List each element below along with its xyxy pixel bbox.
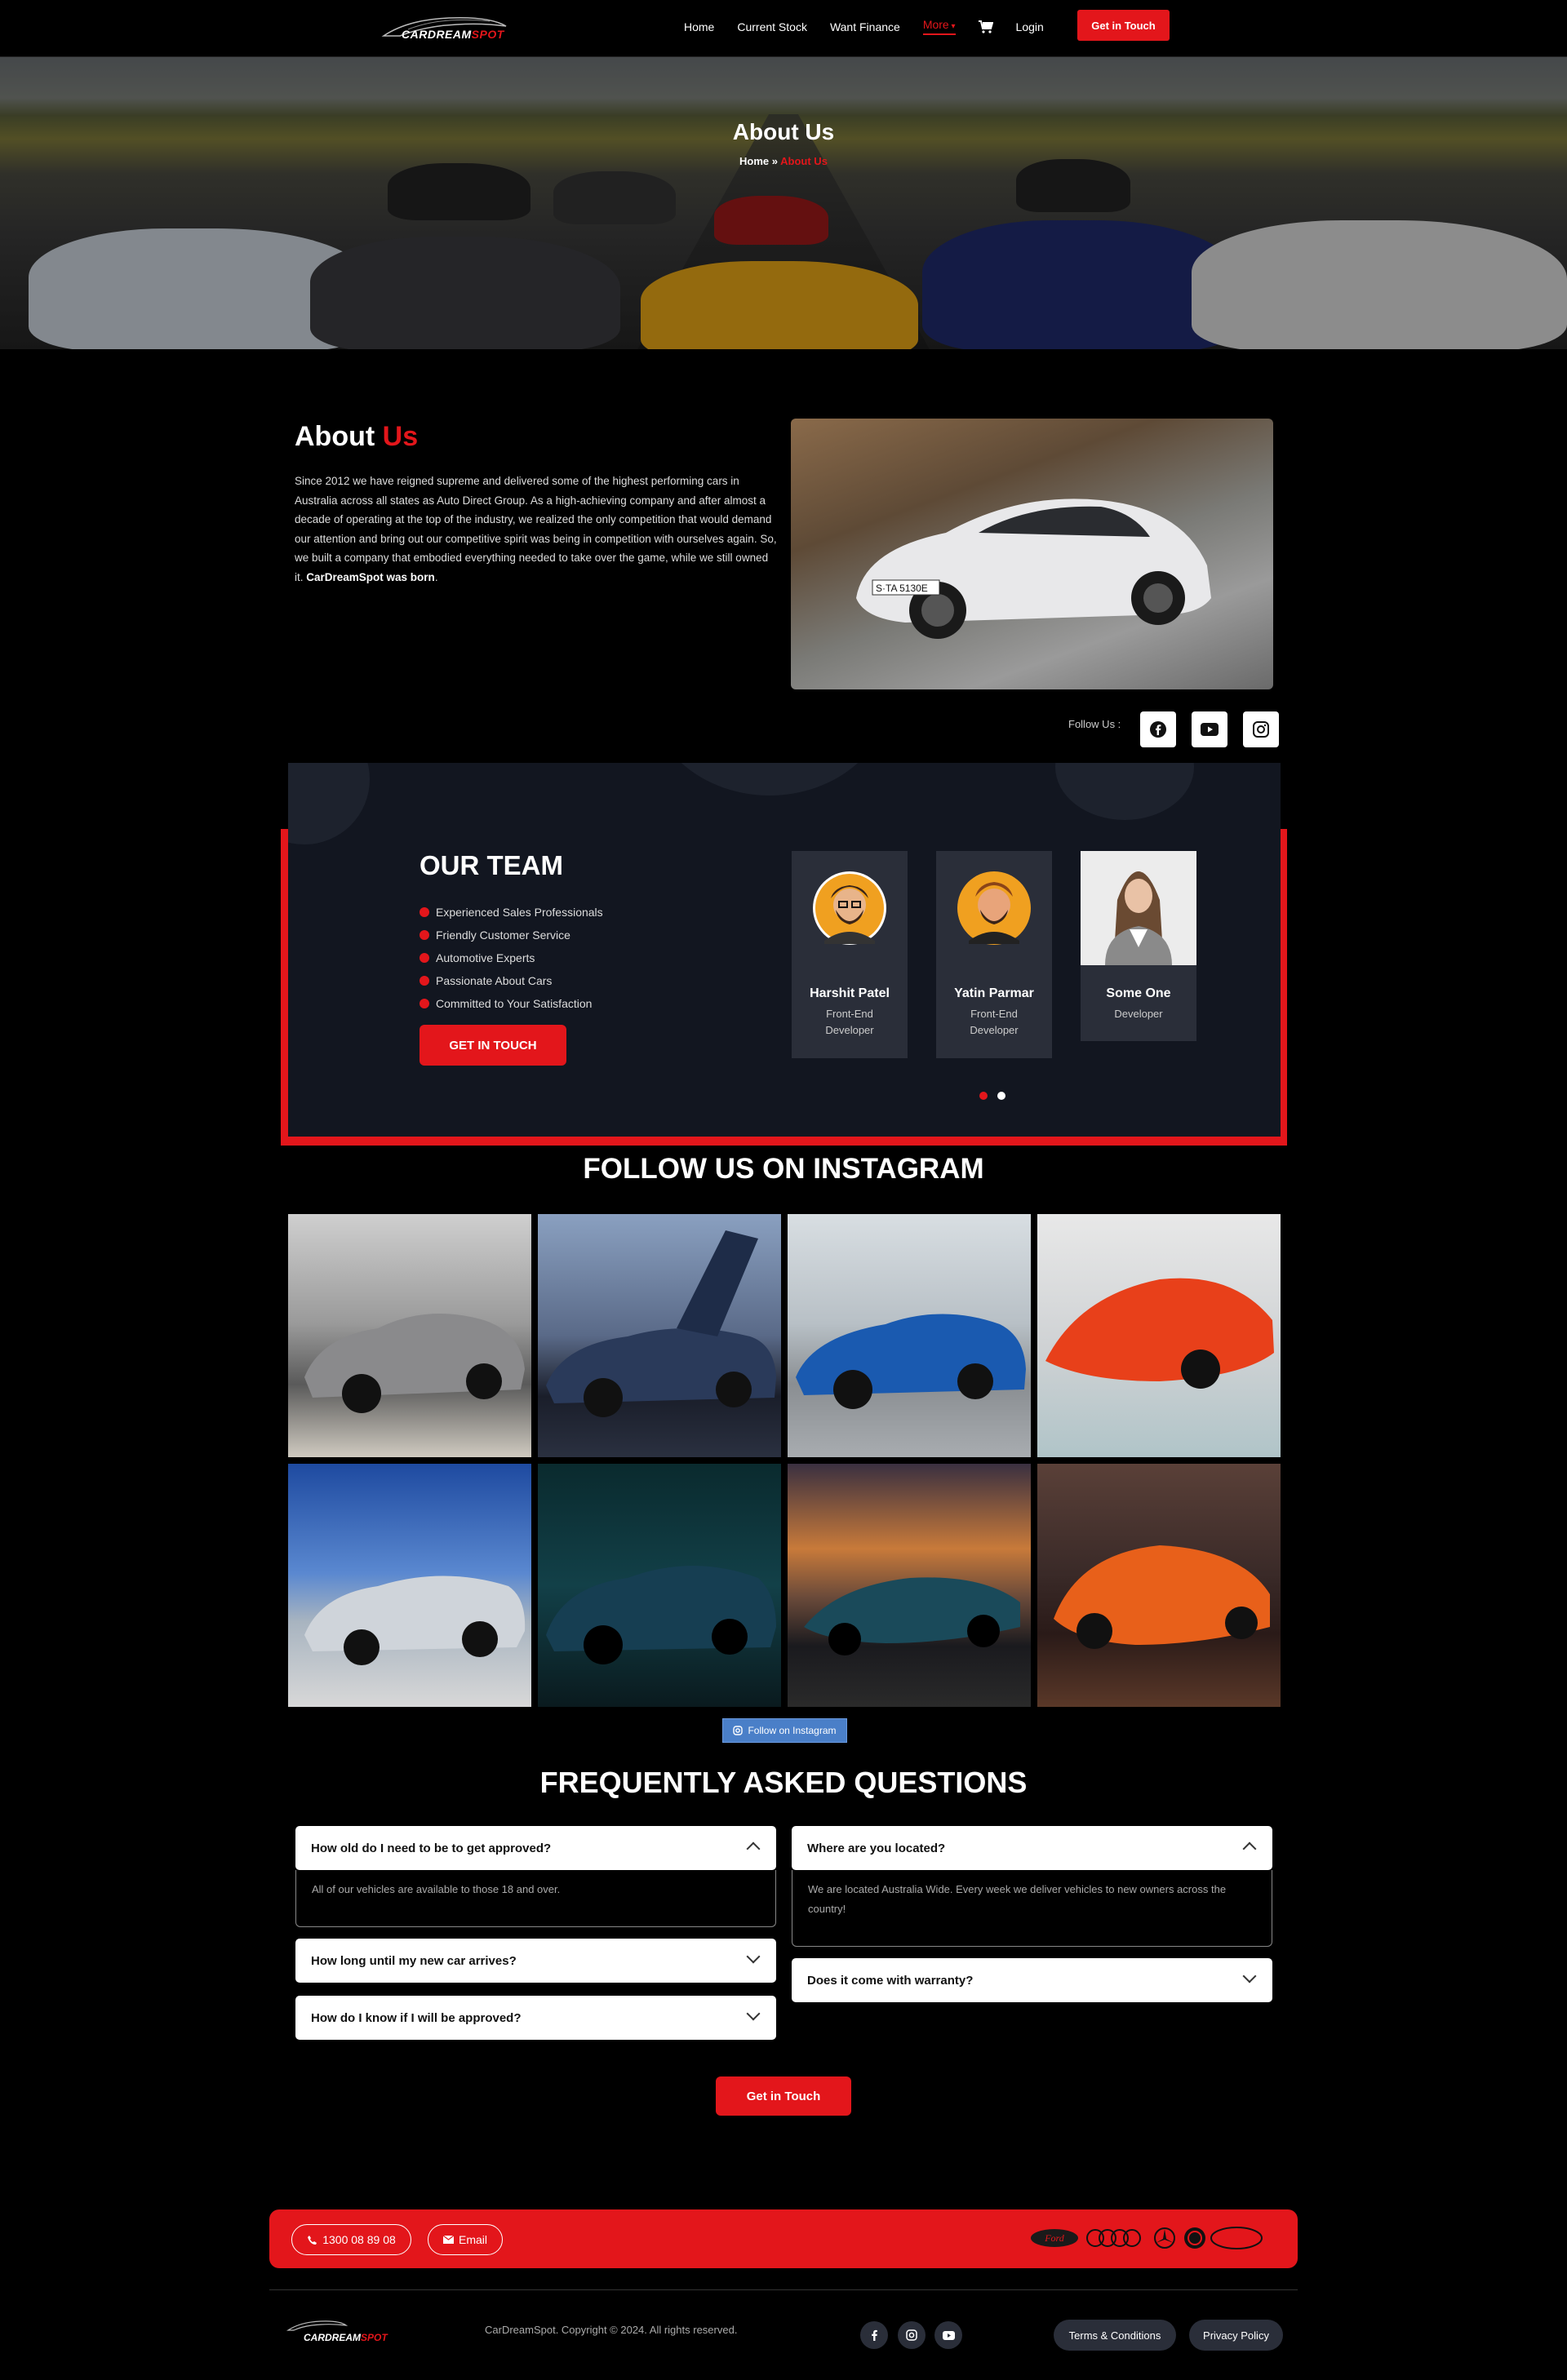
svg-text:Ford: Ford — [1044, 2232, 1065, 2244]
privacy-policy-button[interactable]: Privacy Policy — [1189, 2320, 1283, 2351]
footer-logo-car-icon[interactable] — [284, 2317, 349, 2333]
follow-on-instagram-button[interactable]: Follow on Instagram — [722, 1718, 847, 1743]
instagram-post-lamborghini-sunset[interactable] — [788, 1464, 1031, 1707]
cart-icon[interactable] — [978, 20, 993, 33]
instagram-post-mclaren-p1[interactable] — [1037, 1214, 1281, 1457]
avatar — [936, 851, 1052, 965]
phone-button[interactable]: 1300 08 89 08 — [291, 2224, 411, 2255]
team-member-role: Front-End Developer — [825, 1008, 874, 1036]
list-item: Passionate About Cars — [419, 969, 603, 992]
instagram-post-rimac-teal[interactable] — [538, 1464, 781, 1707]
nav-want-finance[interactable]: Want Finance — [830, 20, 900, 33]
youtube-icon — [1201, 723, 1219, 736]
faq-question-approval[interactable]: How do I know if I will be approved? — [295, 1996, 776, 2040]
chevron-down-icon — [1242, 1969, 1257, 1983]
youtube-icon — [942, 2330, 955, 2340]
car-brand-logos: Ford — [1031, 2227, 1263, 2249]
about-heading: About Us — [295, 421, 419, 452]
breadcrumb-current: About Us — [780, 155, 828, 167]
brand-logo-text[interactable]: CARDREAMSPOT — [402, 28, 504, 41]
about-car-image: S·TA 5130E — [791, 419, 1273, 689]
nav-home[interactable]: Home — [684, 20, 714, 33]
skoda-logo-icon — [1184, 2227, 1205, 2249]
avatar — [1081, 851, 1196, 965]
list-item: Experienced Sales Professionals — [419, 901, 603, 924]
copyright-text: CarDreamSpot. Copyright © 2024. All righ… — [485, 2324, 738, 2336]
nav-current-stock[interactable]: Current Stock — [737, 20, 807, 33]
faq-get-in-touch-button[interactable]: Get in Touch — [716, 2076, 851, 2116]
team-heading: OUR TEAM — [419, 850, 563, 880]
team-features-list: Experienced Sales Professionals Friendly… — [419, 901, 603, 1015]
mercedes-logo-icon — [1154, 2227, 1175, 2249]
faq-question-warranty[interactable]: Does it come with warranty? — [792, 1958, 1272, 2002]
instagram-post-mercedes-amg-gt[interactable] — [288, 1214, 531, 1457]
team-member-role: Developer — [1114, 1008, 1163, 1020]
instagram-button[interactable] — [1243, 711, 1279, 747]
get-in-touch-button[interactable]: Get in Touch — [1077, 10, 1170, 41]
team-get-in-touch-button[interactable]: GET IN TOUCH — [419, 1025, 566, 1066]
footer-divider — [269, 2289, 1298, 2290]
land-rover-logo-icon — [1210, 2227, 1263, 2249]
breadcrumb-home[interactable]: Home — [739, 155, 769, 167]
footer-instagram-button[interactable] — [898, 2321, 926, 2349]
list-item: Friendly Customer Service — [419, 924, 603, 946]
about-paragraph: Since 2012 we have reigned supreme and d… — [295, 475, 777, 583]
footer-youtube-button[interactable] — [934, 2321, 962, 2349]
carousel-dot-2[interactable] — [997, 1092, 1005, 1100]
instagram-post-rimac-nevera[interactable] — [538, 1214, 781, 1457]
footer-facebook-button[interactable] — [860, 2321, 888, 2349]
nav-login[interactable]: Login — [1016, 20, 1044, 33]
breadcrumb: Home » About Us — [739, 155, 828, 167]
team-member-name: Harshit Patel — [810, 986, 890, 1000]
instagram-heading: FOLLOW US ON INSTAGRAM — [583, 1153, 984, 1185]
footer-logo-text[interactable]: CARDREAMSPOT — [304, 2332, 388, 2343]
team-card-yatin[interactable]: Yatin Parmar Front-End Developer — [936, 851, 1052, 1058]
email-button[interactable]: Email — [428, 2224, 503, 2255]
facebook-icon — [1150, 721, 1166, 738]
facebook-button[interactable] — [1140, 711, 1176, 747]
envelope-icon — [442, 2236, 454, 2244]
page-title: About Us — [732, 119, 835, 144]
follow-us-label: Follow Us : — [1068, 718, 1121, 730]
instagram-post-ferrari-sf90[interactable] — [788, 1214, 1031, 1457]
team-member-name: Yatin Parmar — [954, 986, 1034, 1000]
facebook-icon — [872, 2329, 877, 2341]
phone-icon — [308, 2235, 317, 2245]
team-card-someone[interactable]: Some One Developer — [1081, 851, 1196, 1041]
nav-links: Home Current Stock Want Finance More Log… — [684, 18, 1044, 35]
porsche-car-illustration: S·TA 5130E — [856, 499, 1211, 639]
chevron-up-icon — [1242, 1842, 1257, 1856]
team-member-name: Some One — [1106, 986, 1171, 1000]
list-item: Committed to Your Satisfaction — [419, 992, 603, 1015]
hero-banner — [0, 57, 1567, 349]
instagram-post-lamborghini-revuelto[interactable] — [1037, 1464, 1281, 1707]
list-item: Automotive Experts — [419, 946, 603, 969]
terms-button[interactable]: Terms & Conditions — [1054, 2320, 1176, 2351]
avatar — [792, 851, 908, 965]
team-member-role: Front-End Developer — [970, 1008, 1019, 1036]
instagram-post-audi-r8[interactable] — [288, 1464, 531, 1707]
faq-answer-location: We are located Australia Wide. Every wee… — [792, 1870, 1272, 1947]
chevron-up-icon — [746, 1842, 761, 1856]
instagram-icon — [906, 2329, 917, 2341]
youtube-button[interactable] — [1192, 711, 1227, 747]
faq-question-location[interactable]: Where are you located? — [792, 1826, 1272, 1870]
chevron-down-icon — [746, 1949, 761, 1964]
instagram-icon — [1253, 721, 1269, 738]
faq-heading: FREQUENTLY ASKED QUESTIONS — [539, 1766, 1028, 1799]
navbar: CARDREAMSPOT Home Current Stock Want Fin… — [0, 0, 1567, 57]
faq-question-age[interactable]: How old do I need to be to get approved? — [295, 1826, 776, 1870]
chevron-down-icon — [746, 2006, 761, 2021]
carousel-dot-1[interactable] — [979, 1092, 988, 1100]
svg-text:S·TA 5130E: S·TA 5130E — [876, 583, 928, 594]
team-card-harshit[interactable]: Harshit Patel Front-End Developer — [792, 851, 908, 1058]
faq-question-arrival[interactable]: How long until my new car arrives? — [295, 1939, 776, 1983]
nav-more-dropdown[interactable]: More — [922, 18, 956, 35]
instagram-icon — [733, 1726, 744, 1735]
faq-answer-age: All of our vehicles are available to tho… — [295, 1870, 776, 1927]
